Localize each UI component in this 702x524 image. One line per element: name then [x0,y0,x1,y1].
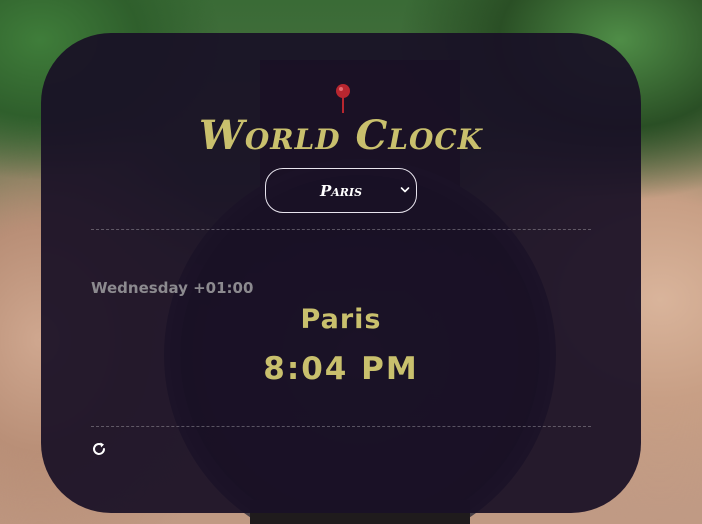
city-name: Paris [300,304,382,335]
divider-bottom [91,426,591,427]
refresh-icon[interactable] [91,441,107,457]
chevron-down-icon [400,187,410,193]
app-title: World Clock [198,112,483,159]
city-select-value: Paris [319,181,363,200]
city-time: 8:04 PM [263,351,419,387]
world-clock-card: World Clock Paris Wednesday +01:00 Paris… [41,33,641,513]
divider-top [91,229,591,230]
day-offset-label: Wednesday +01:00 [91,279,254,297]
city-select-dropdown[interactable]: Paris [265,168,417,213]
